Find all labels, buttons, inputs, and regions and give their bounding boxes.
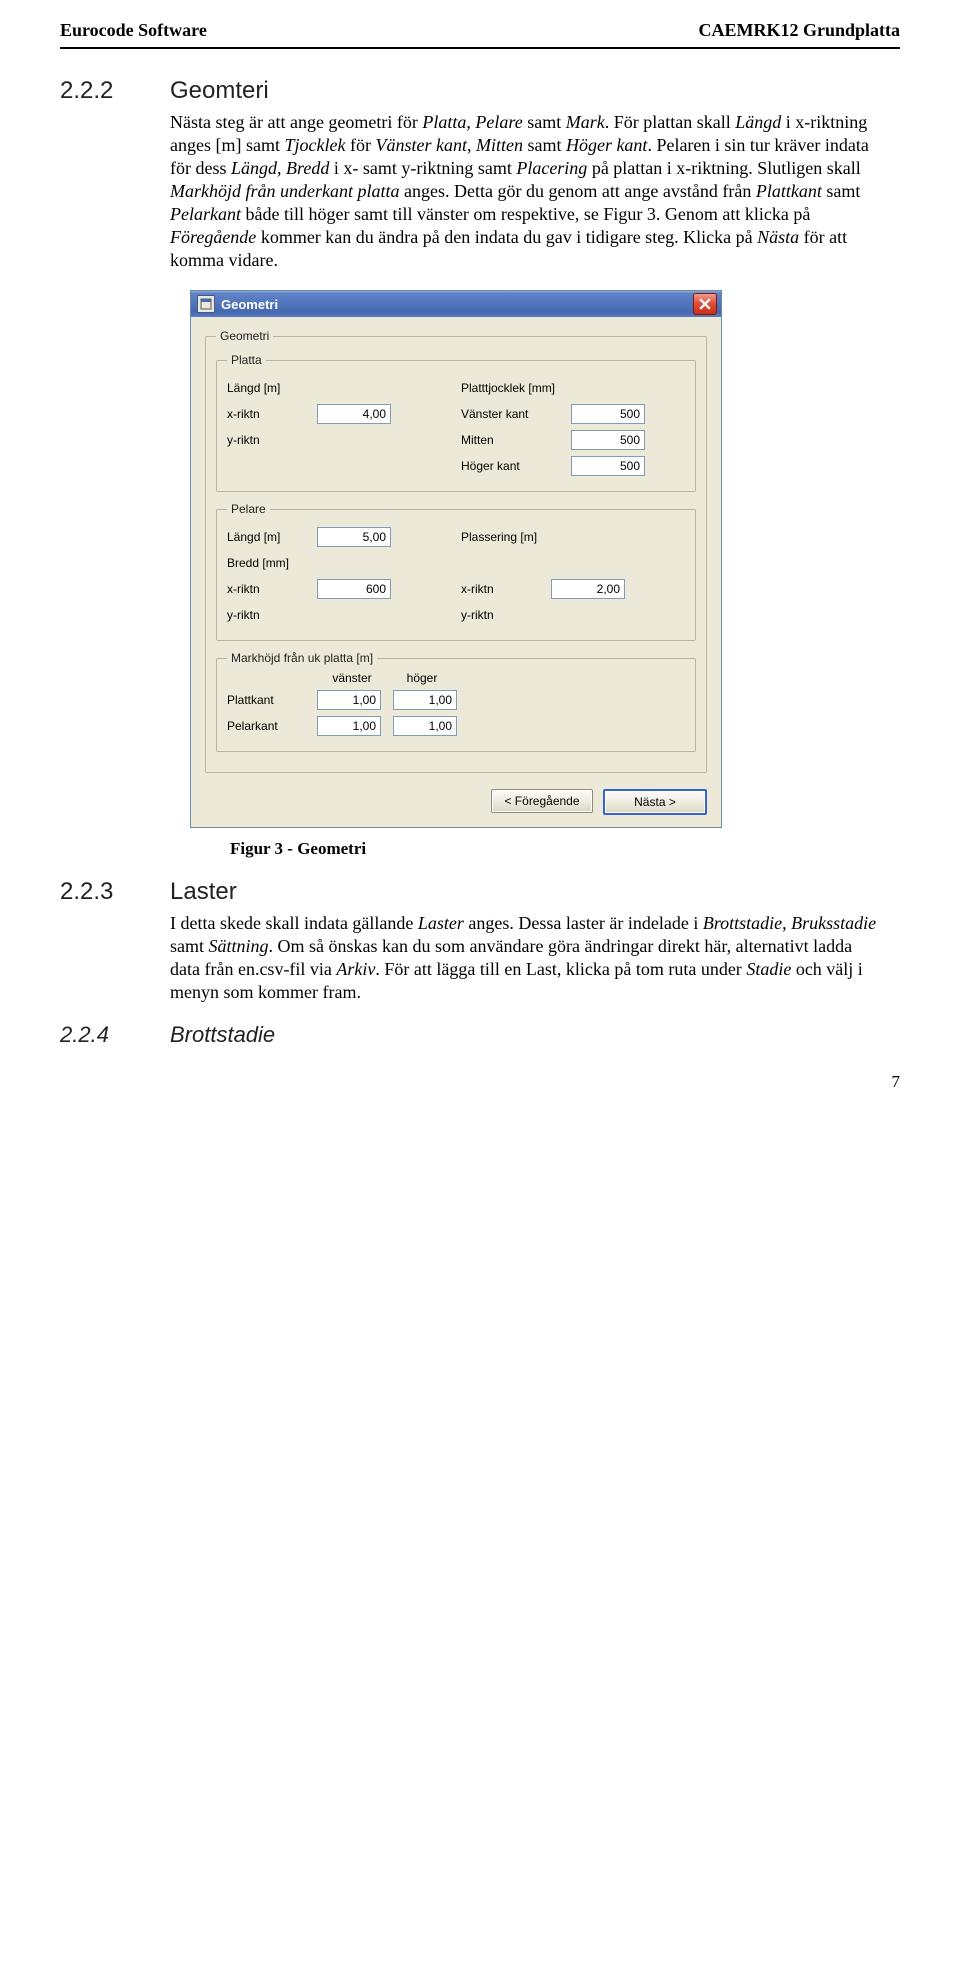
label-xriktn: x-riktn [227,407,317,421]
input-vanster-kant[interactable]: 500 [571,404,645,424]
input-pelarkant-hoger[interactable]: 1,00 [393,716,457,736]
input-pelare-langd[interactable]: 5,00 [317,527,391,547]
section-number: 2.2.4 [60,1022,170,1048]
input-plattkant-hoger[interactable]: 1,00 [393,690,457,710]
section-223-body: I detta skede skall indata gällande Last… [170,912,880,1004]
close-icon [699,298,711,310]
group-geometri: Geometri Platta Längd [m] x-riktn [205,329,707,773]
label-bredd-y: y-riktn [227,608,317,622]
label-plassering: Plassering [m] [461,530,537,544]
label-mitten: Mitten [461,433,571,447]
label-pelarkant: Pelarkant [227,719,317,733]
section-number: 2.2.3 [60,878,170,906]
input-plattkant-vanster[interactable]: 1,00 [317,690,381,710]
dialog-title: Geometri [221,297,693,312]
header-right: CAEMRK12 Grundplatta [698,20,900,41]
label-yriktn: y-riktn [227,433,317,447]
page-number: 7 [60,1072,900,1092]
label-plattkant: Plattkant [227,693,317,707]
group-pelare-legend: Pelare [227,502,270,516]
geometri-dialog: Geometri Geometri Platta Längd [m] [190,290,722,828]
group-markhojd: Markhöjd från uk platta [m] vänster höge… [216,651,696,752]
input-mitten[interactable]: 500 [571,430,645,450]
section-title: Brottstadie [170,1022,275,1048]
label-plass-x: x-riktn [461,582,551,596]
input-pelarkant-vanster[interactable]: 1,00 [317,716,381,736]
section-title: Laster [170,878,237,906]
label-plass-y: y-riktn [461,608,551,622]
section-224-heading: 2.2.4 Brottstadie [60,1022,900,1048]
dialog-titlebar[interactable]: Geometri [191,291,721,317]
label-vanster-kant: Vänster kant [461,407,571,421]
header-rule [60,47,900,49]
group-markhojd-legend: Markhöjd från uk platta [m] [227,651,377,665]
section-number: 2.2.2 [60,77,170,105]
input-hoger-kant[interactable]: 500 [571,456,645,476]
label-bredd-x: x-riktn [227,582,317,596]
page-header: Eurocode Software CAEMRK12 Grundplatta [60,20,900,43]
label-bredd: Bredd [mm] [227,556,289,570]
col-hoger: höger [387,671,457,685]
window-icon [200,298,212,310]
input-plassering-x[interactable]: 2,00 [551,579,625,599]
group-platta: Platta Längd [m] x-riktn 4,00 [216,353,696,492]
label-langd-m: Längd [m] [227,381,280,395]
label-pelare-langd: Längd [m] [227,530,317,544]
input-platta-x[interactable]: 4,00 [317,404,391,424]
group-pelare: Pelare Längd [m] 5,00 Bredd [mm] [216,502,696,641]
figure-caption: Figur 3 - Geometri [230,838,900,860]
previous-button[interactable]: < Föregående [491,789,593,813]
label-plattjocklek: Platttjocklek [mm] [461,381,555,395]
group-platta-legend: Platta [227,353,266,367]
label-hoger-kant: Höger kant [461,459,571,473]
section-222-heading: 2.2.2 Geomteri [60,77,900,105]
header-left: Eurocode Software [60,20,207,41]
next-button[interactable]: Nästa > [603,789,707,815]
section-title: Geomteri [170,77,269,105]
section-222-body: Nästa steg är att ange geometri för Plat… [170,111,880,272]
col-vanster: vänster [317,671,387,685]
close-button[interactable] [693,293,717,315]
group-geometri-legend: Geometri [216,329,273,343]
input-bredd-x[interactable]: 600 [317,579,391,599]
dialog-icon [197,295,215,313]
section-223-heading: 2.2.3 Laster [60,878,900,906]
